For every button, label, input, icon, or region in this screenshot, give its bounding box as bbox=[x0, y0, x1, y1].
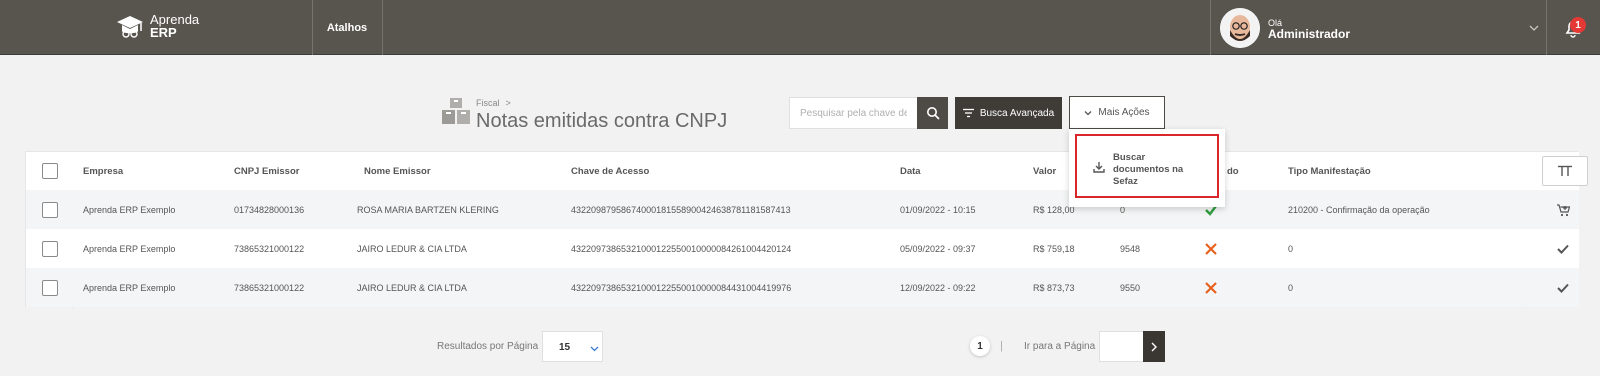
more-actions-label: Mais Ações bbox=[1098, 107, 1150, 118]
logo-line2: ERP bbox=[150, 25, 177, 40]
goto-page-input[interactable] bbox=[1099, 331, 1143, 362]
cell-data: 12/09/2022 - 09:22 bbox=[900, 282, 976, 293]
breadcrumb: Fiscal > bbox=[476, 98, 511, 108]
more-actions-button[interactable]: Mais Ações bbox=[1069, 96, 1165, 129]
cell-valor: R$ 873,73 bbox=[1033, 282, 1075, 293]
more-actions-dropdown: Buscar documentos na Sefaz bbox=[1069, 129, 1225, 207]
x-icon bbox=[1205, 242, 1217, 255]
table-row[interactable]: Aprenda ERP Exemplo 73865321000122 JAIRO… bbox=[26, 268, 1579, 307]
app-logo[interactable]: Aprenda ERP bbox=[116, 12, 199, 40]
header-cnpj[interactable]: CNPJ Emissor bbox=[234, 152, 299, 190]
user-avatar-icon bbox=[1220, 8, 1260, 48]
cell-empresa: Aprenda ERP Exemplo bbox=[83, 204, 176, 215]
cell-empresa: Aprenda ERP Exemplo bbox=[83, 243, 176, 254]
cell-empresa: Aprenda ERP Exemplo bbox=[83, 282, 176, 293]
user-name: Administrador bbox=[1268, 27, 1351, 41]
chevron-down-icon bbox=[1529, 25, 1539, 31]
cell-nome: ROSA MARIA BARTZEN KLERING bbox=[357, 204, 499, 215]
breadcrumb-item-fiscal[interactable]: Fiscal bbox=[476, 98, 500, 108]
boxes-icon bbox=[442, 98, 470, 124]
column-settings-button[interactable] bbox=[1542, 156, 1588, 186]
cell-nome: JAIRO LEDUR & CIA LTDA bbox=[357, 282, 467, 293]
page-separator: | bbox=[1000, 340, 1003, 352]
columns-icon bbox=[1558, 165, 1572, 176]
header-manifest[interactable]: Tipo Manifestação bbox=[1288, 152, 1371, 190]
cell-manifest: 210200 - Confirmação da operação bbox=[1288, 204, 1430, 215]
results-per-page-select[interactable]: 15 bbox=[542, 331, 603, 362]
cell-data: 05/09/2022 - 09:37 bbox=[900, 243, 976, 254]
table-row[interactable]: Aprenda ERP Exemplo 73865321000122 JAIRO… bbox=[26, 229, 1579, 268]
graduation-cap-icon bbox=[117, 16, 143, 38]
page-title: Notas emitidas contra CNPJ bbox=[476, 110, 728, 132]
results-per-page-value: 15 bbox=[559, 342, 571, 353]
header-data[interactable]: Data bbox=[900, 152, 921, 190]
fetch-sefaz-documents-label: Buscar documentos na Sefaz bbox=[1113, 152, 1184, 187]
select-all-checkbox[interactable] bbox=[42, 163, 58, 179]
chevron-right-icon bbox=[1151, 342, 1157, 351]
row-checkbox[interactable] bbox=[42, 201, 58, 218]
filter-icon bbox=[962, 108, 974, 118]
avatar bbox=[1220, 8, 1260, 48]
search-button[interactable] bbox=[917, 97, 948, 129]
table-header: Empresa CNPJ Emissor Nome Emissor Chave … bbox=[26, 152, 1588, 190]
advanced-search-label: Busca Avançada bbox=[979, 107, 1055, 119]
table-row[interactable]: Aprenda ERP Exemplo 01734828000136 ROSA … bbox=[26, 190, 1579, 229]
fetch-sefaz-documents-item[interactable]: Buscar documentos na Sefaz bbox=[1075, 134, 1219, 198]
cell-nome: JAIRO LEDUR & CIA LTDA bbox=[357, 243, 467, 254]
cell-cnpj: 73865321000122 bbox=[234, 282, 305, 293]
divider bbox=[382, 0, 383, 55]
shortcuts-menu[interactable]: Atalhos bbox=[312, 0, 382, 55]
check-icon[interactable] bbox=[1556, 242, 1570, 256]
header-status[interactable]: do bbox=[1227, 152, 1239, 190]
x-icon bbox=[1205, 281, 1217, 294]
cell-chave: 4322097386532100012255001000008443100441… bbox=[571, 282, 792, 293]
top-bar: Aprenda ERP Atalhos Olá Administrador 1 bbox=[0, 0, 1600, 55]
search-icon bbox=[926, 107, 940, 120]
advanced-search-button[interactable]: Busca Avançada bbox=[955, 97, 1062, 129]
header-valor[interactable]: Valor bbox=[1033, 152, 1056, 190]
cell-cnpj: 01734828000136 bbox=[234, 204, 305, 215]
chevron-down-icon bbox=[590, 346, 599, 352]
results-per-page-label: Resultados por Página bbox=[437, 341, 539, 352]
chevron-down-icon bbox=[1084, 110, 1092, 115]
cell-valor: R$ 759,18 bbox=[1033, 243, 1075, 254]
cell-cnpj: 73865321000122 bbox=[234, 243, 305, 254]
download-icon bbox=[1093, 162, 1105, 173]
page-button-1[interactable]: 1 bbox=[970, 336, 990, 356]
divider bbox=[1546, 0, 1547, 55]
cell-chave: 4322098795867400018155890042463878118158… bbox=[571, 204, 791, 215]
search-input[interactable] bbox=[789, 97, 917, 129]
cell-numero: 9548 bbox=[1120, 243, 1141, 254]
check-icon[interactable] bbox=[1556, 281, 1570, 295]
cell-data: 01/09/2022 - 10:15 bbox=[900, 204, 976, 215]
breadcrumb-separator: > bbox=[505, 98, 511, 108]
header-nome[interactable]: Nome Emissor bbox=[364, 152, 431, 190]
header-empresa[interactable]: Empresa bbox=[83, 152, 123, 190]
row-checkbox[interactable] bbox=[42, 240, 58, 257]
row-checkbox[interactable] bbox=[42, 279, 58, 296]
header-chave[interactable]: Chave de Acesso bbox=[571, 152, 649, 190]
cart-icon[interactable] bbox=[1556, 203, 1570, 217]
cell-numero: 9550 bbox=[1120, 282, 1141, 293]
notification-badge: 1 bbox=[1570, 17, 1586, 33]
cell-manifest: 0 bbox=[1288, 282, 1294, 293]
cell-chave: 4322097386532100012255001000008426100442… bbox=[571, 243, 792, 254]
goto-page-button[interactable] bbox=[1143, 331, 1165, 362]
goto-page-label: Ir para a Página bbox=[1024, 341, 1096, 352]
user-menu[interactable]: Olá Administrador bbox=[1210, 0, 1546, 55]
cell-manifest: 0 bbox=[1288, 243, 1294, 254]
invoices-table: Empresa CNPJ Emissor Nome Emissor Chave … bbox=[25, 151, 1588, 308]
